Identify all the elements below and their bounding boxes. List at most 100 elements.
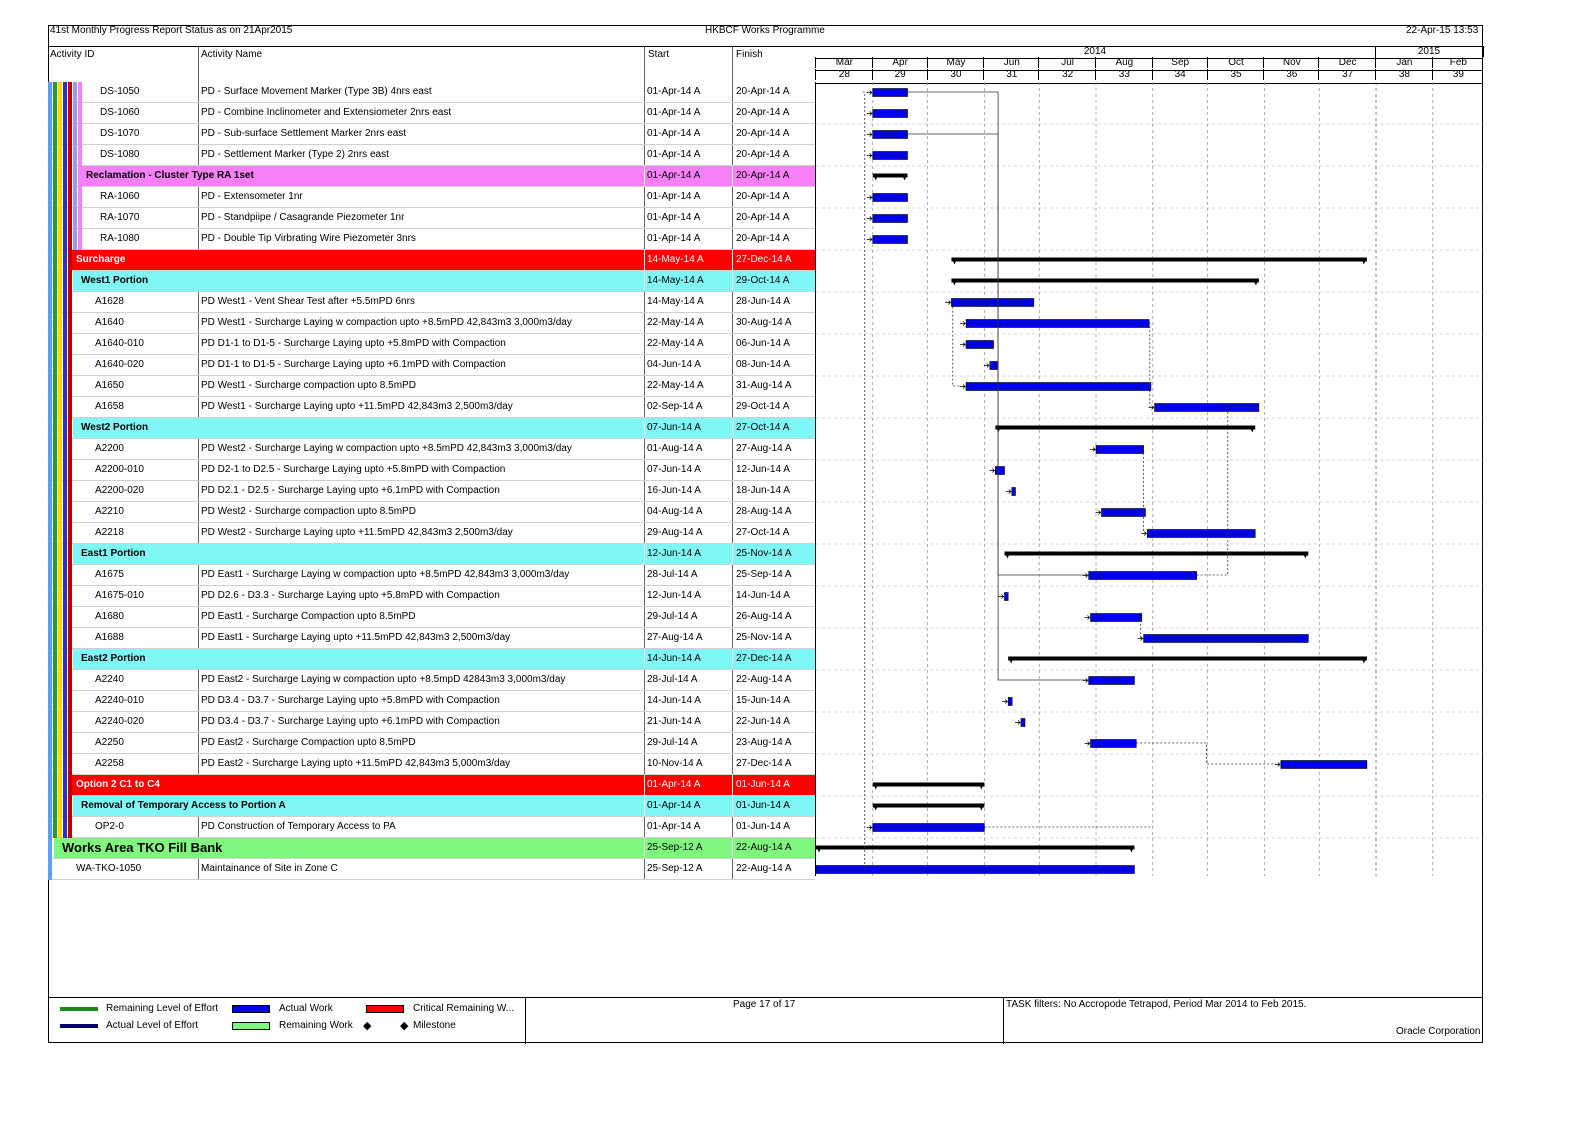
activity-row[interactable]: DS-1070 PD - Sub-surface Settlement Marke… xyxy=(48,124,815,145)
finish-date: 01-Jun-14 A xyxy=(736,821,790,832)
activity-name: PD West1 - Vent Shear Test after +5.5mPD… xyxy=(201,296,415,307)
start-date: 01-Apr-14 A xyxy=(647,191,701,202)
activity-row[interactable]: OP2-0 PD Construction of Temporary Access… xyxy=(48,817,815,838)
activity-row[interactable]: DS-1060 PD - Combine Inclinometer and Ext… xyxy=(48,103,815,124)
activity-row[interactable]: DS-1080 PD - Settlement Marker (Type 2) 2… xyxy=(48,145,815,166)
diamond-icon: ◆ xyxy=(363,1020,372,1032)
programme-title: HKBCF Works Programme xyxy=(705,25,825,36)
actual-work-bar xyxy=(1090,613,1143,622)
activity-row[interactable]: WA-TKO-1050 Maintainance of Site in Zone … xyxy=(48,859,815,880)
summary-bar xyxy=(1004,551,1309,556)
activity-id: DS-1080 xyxy=(100,149,140,160)
timescale-header: 2014 2015 Mar 28 Apr 29 May 30 Jun 31 Jul 32 Aug 33 Se… xyxy=(815,46,1484,84)
col-activity-id[interactable]: Activity ID xyxy=(50,49,94,60)
activity-id: DS-1060 xyxy=(100,107,140,118)
activity-row[interactable]: A1675-010 PD D2.6 - D3.3 - Surcharge Layi… xyxy=(48,586,815,607)
activity-row[interactable]: A2200-010 PD D2-1 to D2.5 - Surcharge Lay… xyxy=(48,460,815,481)
start-date: 14-Jun-14 A xyxy=(647,653,701,664)
activity-row[interactable]: A1628 PD West1 - Vent Shear Test after +5… xyxy=(48,292,815,313)
activity-row[interactable]: RA-1080 PD - Double Tip Virbrating Wire P… xyxy=(48,229,815,250)
wbs-summary-row[interactable]: Surcharge 14-May-14 A 27-Dec-14 A xyxy=(48,250,815,271)
col-finish[interactable]: Finish xyxy=(736,49,763,60)
activity-row[interactable]: A2200-020 PD D2.1 - D2.5 - Surcharge Layi… xyxy=(48,481,815,502)
month-label: Jul xyxy=(1038,57,1096,68)
activity-row[interactable]: A2240-010 PD D3.4 - D3.7 - Surcharge Layi… xyxy=(48,691,815,712)
summary-bar xyxy=(872,803,985,808)
wbs-summary-row[interactable]: Option 2 C1 to C4 01-Apr-14 A 01-Jun-14 A xyxy=(48,775,815,796)
link-arrow xyxy=(1141,531,1148,536)
link-arrow xyxy=(1274,762,1281,767)
actual-work-bar xyxy=(951,298,1035,307)
month-label: Nov xyxy=(1263,57,1319,68)
start-date: 14-May-14 A xyxy=(647,275,704,286)
period-label: 36 xyxy=(1263,69,1319,80)
wbs-summary-row[interactable]: Works Area TKO Fill Bank 25-Sep-12 A 22-Au… xyxy=(48,838,815,859)
start-date: 04-Aug-14 A xyxy=(647,506,703,517)
relationship-line xyxy=(907,133,1089,681)
activity-row[interactable]: A2240 PD East2 - Surcharge Laying w compa… xyxy=(48,670,815,691)
activity-row[interactable]: A1680 PD East1 - Surcharge Compaction upt… xyxy=(48,607,815,628)
start-date: 27-Aug-14 A xyxy=(647,632,703,643)
wbs-stripe xyxy=(53,82,57,838)
activity-id: A2200-020 xyxy=(95,485,144,496)
activity-row[interactable]: A1640-020 PD D1-1 to D1-5 - Surcharge Lay… xyxy=(48,355,815,376)
wbs-summary-row[interactable]: Reclamation - Cluster Type RA 1set 01-Apr… xyxy=(48,166,815,187)
activity-row[interactable]: A2200 PD West2 - Surcharge Laying w compa… xyxy=(48,439,815,460)
month-label: Mar xyxy=(815,57,873,68)
activity-row[interactable]: A1640-010 PD D1-1 to D1-5 - Surcharge Lay… xyxy=(48,334,815,355)
activity-row[interactable]: A1650 PD West1 - Surcharge compaction upt… xyxy=(48,376,815,397)
activity-row[interactable]: A2218 PD West2 - Surcharge Laying upto +1… xyxy=(48,523,815,544)
month-label: Feb xyxy=(1431,57,1484,68)
finish-date: 18-Jun-14 A xyxy=(736,485,790,496)
activity-id: Works Area TKO Fill Bank xyxy=(62,840,223,855)
month-label: Dec xyxy=(1318,57,1376,68)
finish-date: 01-Jun-14 A xyxy=(736,779,790,790)
link-arrow xyxy=(960,321,967,326)
activity-name: PD - Double Tip Virbrating Wire Piezomet… xyxy=(201,233,416,244)
period-label: 35 xyxy=(1206,69,1265,80)
wbs-summary-row[interactable]: East2 Portion 14-Jun-14 A 27-Dec-14 A xyxy=(48,649,815,670)
link-arrow xyxy=(866,132,873,137)
activity-row[interactable]: A1640 PD West1 - Surcharge Laying w compa… xyxy=(48,313,815,334)
activity-id: A1628 xyxy=(95,296,124,307)
activity-row[interactable]: A2250 PD East2 - Surcharge Compaction upt… xyxy=(48,733,815,754)
activity-name: PD East2 - Surcharge Laying upto +11.5mP… xyxy=(201,758,511,769)
activity-row[interactable]: A1688 PD East1 - Surcharge Laying upto +1… xyxy=(48,628,815,649)
finish-date: 27-Oct-14 A xyxy=(736,527,790,538)
col-start[interactable]: Start xyxy=(648,49,669,60)
relationship-line xyxy=(1196,406,1259,576)
activity-row[interactable]: DS-1050 PD - Surface Movement Marker (Typ… xyxy=(48,82,815,103)
start-date: 01-Apr-14 A xyxy=(647,821,701,832)
actual-work-bar xyxy=(989,361,998,370)
start-date: 01-Aug-14 A xyxy=(647,443,703,454)
finish-date: 30-Aug-14 A xyxy=(736,317,792,328)
finish-date: 25-Nov-14 A xyxy=(736,632,792,643)
wbs-summary-row[interactable]: East1 Portion 12-Jun-14 A 25-Nov-14 A xyxy=(48,544,815,565)
activity-id: A2240 xyxy=(95,674,124,685)
activity-row[interactable]: A1675 PD East1 - Surcharge Laying w compa… xyxy=(48,565,815,586)
activity-row[interactable]: A2258 PD East2 - Surcharge Laying upto +1… xyxy=(48,754,815,775)
start-date: 02-Sep-14 A xyxy=(647,401,703,412)
activity-row[interactable]: A2210 PD West2 - Surcharge compaction upt… xyxy=(48,502,815,523)
activity-row[interactable]: A2240-020 PD D3.4 - D3.7 - Surcharge Layi… xyxy=(48,712,815,733)
actual-work-bar xyxy=(1088,571,1197,580)
col-activity-name[interactable]: Activity Name xyxy=(201,49,262,60)
summary-bar xyxy=(872,782,985,787)
activity-id: A2250 xyxy=(95,737,124,748)
activity-id: A2258 xyxy=(95,758,124,769)
wbs-summary-row[interactable]: West2 Portion 07-Jun-14 A 27-Oct-14 A xyxy=(48,418,815,439)
activity-row[interactable]: RA-1060 PD - Extensometer 1nr 01-Apr-14 A 2… xyxy=(48,187,815,208)
activity-id: A1688 xyxy=(95,632,124,643)
finish-date: 25-Sep-14 A xyxy=(736,569,792,580)
month-label: May xyxy=(926,57,985,68)
wbs-summary-row[interactable]: Removal of Temporary Access to Portion A… xyxy=(48,796,815,817)
month-label: Jun xyxy=(983,57,1039,68)
actual-work-bar xyxy=(872,235,908,244)
wbs-summary-row[interactable]: West1 Portion 14-May-14 A 29-Oct-14 A xyxy=(48,271,815,292)
activity-row[interactable]: A1658 PD West1 - Surcharge Laying upto +1… xyxy=(48,397,815,418)
actual-work-bar xyxy=(1090,739,1137,748)
link-arrow xyxy=(866,237,873,242)
finish-date: 29-Oct-14 A xyxy=(736,401,790,412)
print-timestamp: 22-Apr-15 13:53 xyxy=(1406,25,1479,36)
activity-row[interactable]: RA-1070 PD - Standpiipe / Casagrande Piez… xyxy=(48,208,815,229)
